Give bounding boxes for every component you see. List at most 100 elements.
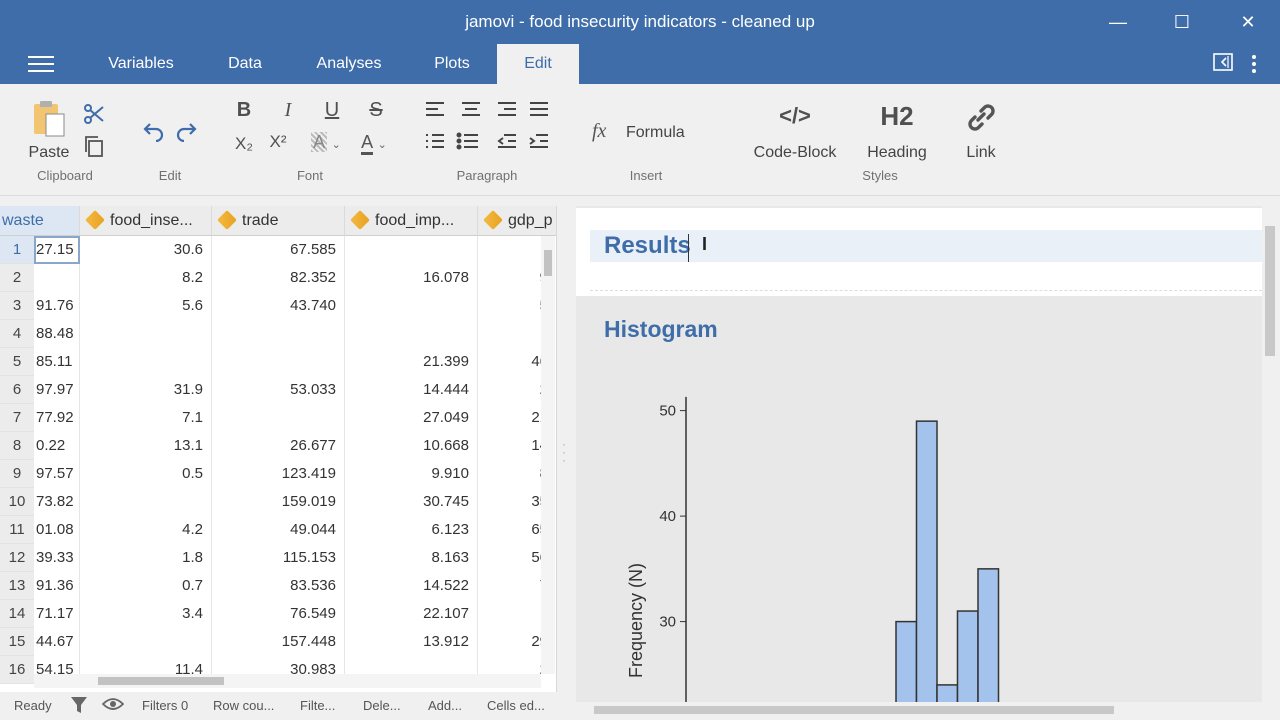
grid-horizontal-scrollbar[interactable] [34, 674, 541, 688]
table-cell[interactable]: 7.1 [80, 404, 212, 432]
table-cell[interactable] [345, 320, 478, 348]
redo-button[interactable] [174, 118, 198, 143]
table-cell[interactable]: 4.2 [80, 516, 212, 544]
row-number[interactable]: 2 [0, 264, 34, 292]
table-cell[interactable]: 123.419 [212, 460, 345, 488]
more-options-icon[interactable] [1250, 54, 1258, 79]
table-cell[interactable]: 14.522 [345, 572, 478, 600]
table-cell[interactable]: 1.8 [80, 544, 212, 572]
table-cell[interactable]: 97.57 [34, 460, 80, 488]
table-cell[interactable]: 53.033 [212, 376, 345, 404]
table-cell[interactable] [212, 320, 345, 348]
table-cell[interactable]: 22.107 [345, 600, 478, 628]
tab-edit[interactable]: Edit [497, 44, 579, 84]
subscript-button[interactable]: X₂ [230, 132, 258, 156]
row-number[interactable]: 12 [0, 544, 34, 572]
table-cell[interactable]: 85.11 [34, 348, 80, 376]
table-cell[interactable]: 14.444 [345, 376, 478, 404]
table-cell[interactable]: 30.745 [345, 488, 478, 516]
pane-splitter-handle[interactable]: · · · [560, 438, 568, 480]
table-cell[interactable] [345, 292, 478, 320]
table-cell[interactable]: 0.5 [80, 460, 212, 488]
row-number[interactable]: 16 [0, 656, 34, 684]
link-button[interactable]: Link [952, 100, 1010, 164]
table-cell[interactable]: 3.4 [80, 600, 212, 628]
table-cell[interactable] [80, 320, 212, 348]
table-cell[interactable]: 77.92 [34, 404, 80, 432]
row-number[interactable]: 14 [0, 600, 34, 628]
table-cell[interactable]: 44.67 [34, 628, 80, 656]
table-cell[interactable]: 13.912 [345, 628, 478, 656]
eye-icon[interactable] [101, 696, 125, 715]
column-header-waste[interactable]: waste [0, 206, 80, 236]
row-number[interactable]: 3 [0, 292, 34, 320]
filter-icon[interactable] [70, 695, 88, 718]
table-cell[interactable]: 27.15 [34, 236, 80, 264]
table-cell[interactable]: 49.044 [212, 516, 345, 544]
panel-toggle-icon[interactable] [1212, 52, 1234, 77]
row-number[interactable]: 13 [0, 572, 34, 600]
table-cell[interactable]: 01.08 [34, 516, 80, 544]
row-number[interactable]: 8 [0, 432, 34, 460]
table-cell[interactable] [345, 236, 478, 264]
table-cell[interactable]: 159.019 [212, 488, 345, 516]
paste-button[interactable]: Paste [26, 100, 72, 170]
table-cell[interactable] [80, 628, 212, 656]
table-cell[interactable]: 26.677 [212, 432, 345, 460]
table-cell[interactable]: 13.1 [80, 432, 212, 460]
underline-button[interactable]: U [320, 98, 344, 122]
highlight-button[interactable]: A ⌄ [306, 132, 346, 156]
close-button[interactable]: ✕ [1216, 0, 1280, 44]
italic-button[interactable]: I [276, 98, 300, 122]
row-number[interactable]: 1 [0, 236, 34, 264]
table-cell[interactable]: 82.352 [212, 264, 345, 292]
table-cell[interactable]: 67.585 [212, 236, 345, 264]
table-cell[interactable] [212, 348, 345, 376]
table-cell[interactable]: 30.6 [80, 236, 212, 264]
heading-button[interactable]: H2 Heading [860, 100, 934, 164]
table-cell[interactable]: 5.6 [80, 292, 212, 320]
results-vertical-scrollbar[interactable] [1262, 206, 1278, 702]
table-cell[interactable]: 8.163 [345, 544, 478, 572]
font-color-button[interactable]: A ⌄ [354, 132, 394, 156]
table-cell[interactable]: 6.123 [345, 516, 478, 544]
undo-button[interactable] [142, 118, 166, 143]
hamburger-menu-icon[interactable] [28, 56, 54, 74]
table-cell[interactable]: 8.2 [80, 264, 212, 292]
tab-data[interactable]: Data [212, 44, 278, 84]
table-cell[interactable]: 16.078 [345, 264, 478, 292]
row-number[interactable]: 7 [0, 404, 34, 432]
table-cell[interactable]: 88.48 [34, 320, 80, 348]
column-header-food-insecurity[interactable]: food_inse... [80, 206, 212, 236]
code-block-button[interactable]: </> Code-Block [748, 102, 842, 164]
table-cell[interactable]: 21.399 [345, 348, 478, 376]
table-cell[interactable]: 27.049 [345, 404, 478, 432]
minimize-button[interactable]: — [1086, 0, 1150, 44]
table-cell[interactable] [34, 264, 80, 292]
table-cell[interactable]: 10.668 [345, 432, 478, 460]
table-cell[interactable]: 43.740 [212, 292, 345, 320]
row-number[interactable]: 6 [0, 376, 34, 404]
table-cell[interactable]: 0.7 [80, 572, 212, 600]
results-heading-editor[interactable]: Results [576, 208, 1262, 296]
grid-vertical-scrollbar[interactable] [541, 236, 555, 674]
table-cell[interactable]: 91.36 [34, 572, 80, 600]
column-header-food-imports[interactable]: food_imp... [345, 206, 478, 236]
row-number[interactable]: 9 [0, 460, 34, 488]
table-cell[interactable]: 76.549 [212, 600, 345, 628]
column-header-gdp[interactable]: gdp_p [478, 206, 556, 236]
tab-plots[interactable]: Plots [418, 44, 486, 84]
row-number[interactable]: 15 [0, 628, 34, 656]
table-cell[interactable] [80, 488, 212, 516]
copy-button[interactable] [82, 134, 106, 158]
row-number[interactable]: 10 [0, 488, 34, 516]
table-cell[interactable]: 39.33 [34, 544, 80, 572]
strikethrough-button[interactable]: S [364, 98, 388, 122]
table-cell[interactable]: 157.448 [212, 628, 345, 656]
table-cell[interactable]: 83.536 [212, 572, 345, 600]
table-cell[interactable]: 97.97 [34, 376, 80, 404]
table-cell[interactable]: 9.910 [345, 460, 478, 488]
results-horizontal-scrollbar[interactable] [576, 702, 1262, 718]
column-header-trade[interactable]: trade [212, 206, 345, 236]
table-cell[interactable] [212, 404, 345, 432]
